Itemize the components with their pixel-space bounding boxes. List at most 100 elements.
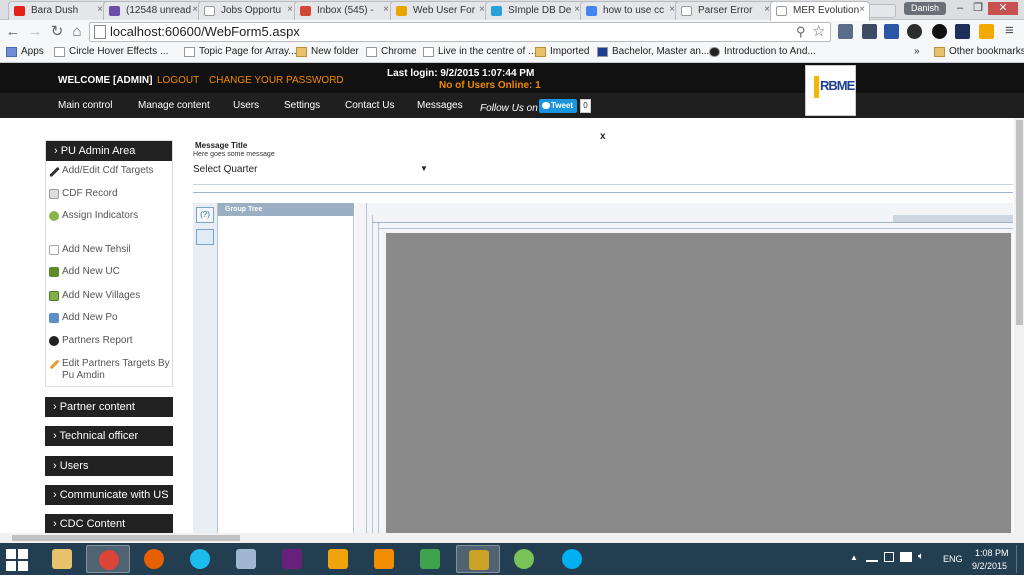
menu-messages[interactable]: Messages: [417, 100, 463, 111]
admin-area-header[interactable]: › PU Admin Area: [46, 141, 172, 161]
chevron-down-icon[interactable]: ▼: [420, 164, 428, 173]
address-bar[interactable]: localhost:60600/WebForm5.aspx: [89, 22, 831, 42]
menu-main-control[interactable]: Main control: [58, 100, 112, 111]
bookmark-folder[interactable]: New folder: [296, 46, 359, 57]
taskbar-visual-studio[interactable]: [270, 545, 314, 573]
sidebar-item-partners-report[interactable]: Partners Report: [48, 335, 170, 347]
maximize-icon[interactable]: ❐: [970, 2, 986, 15]
bookmark-item[interactable]: Topic Page for Array...: [184, 46, 297, 57]
follow-us-text: Follow Us on: [480, 103, 538, 114]
horizontal-scroll-thumb[interactable]: [12, 535, 240, 541]
signal-icon[interactable]: [866, 552, 878, 562]
bookmark-overflow[interactable]: »: [900, 46, 920, 57]
browser-tab[interactable]: SImple DB De ×: [485, 1, 585, 20]
minimize-icon[interactable]: –: [952, 2, 968, 15]
bookmark-star-icon[interactable]: ☆: [812, 22, 825, 40]
close-window-icon[interactable]: ✕: [988, 2, 1018, 15]
action-center-icon[interactable]: [884, 552, 894, 562]
battery-icon[interactable]: [900, 552, 912, 562]
eyedropper-icon[interactable]: [838, 24, 853, 39]
browser-tab[interactable]: how to use cc ×: [580, 1, 680, 20]
sidebar-item-add-uc[interactable]: Add New UC: [48, 266, 170, 278]
n-extension-icon[interactable]: [955, 24, 970, 39]
menu-settings[interactable]: Settings: [284, 100, 320, 111]
section-partner-content[interactable]: › Partner content: [45, 397, 173, 417]
profile-badge[interactable]: Danish: [904, 2, 946, 15]
vertical-scroll-thumb[interactable]: [1016, 120, 1023, 325]
dropper-icon[interactable]: [862, 24, 877, 39]
taskbar-tools[interactable]: [456, 545, 500, 573]
taskbar-android-studio[interactable]: [502, 545, 546, 573]
circle-extension-icon[interactable]: [907, 24, 922, 39]
menu-manage-content[interactable]: Manage content: [138, 100, 210, 111]
quarter-select[interactable]: [258, 162, 428, 177]
taskbar-app[interactable]: [408, 545, 452, 573]
bookmark-folder[interactable]: Imported: [535, 46, 589, 57]
browser-tab[interactable]: (12548 unread ×: [103, 1, 203, 20]
sun-extension-icon[interactable]: [979, 24, 994, 39]
sidebar-item-cdf-targets[interactable]: Add/Edit Cdf Targets: [48, 165, 170, 178]
taskbar-ie[interactable]: [178, 545, 222, 573]
logout-link[interactable]: LOGOUT: [157, 75, 199, 86]
bookmark-item[interactable]: Introduction to And...: [709, 46, 816, 57]
menu-contact-us[interactable]: Contact Us: [345, 100, 394, 111]
sidebar-item-add-po[interactable]: Add New Po: [48, 312, 170, 324]
sidebar-item-assign-indicators[interactable]: Assign Indicators: [48, 210, 170, 222]
taskbar-vlc[interactable]: [362, 545, 406, 573]
browser-tab-active[interactable]: MER Evolution ×: [770, 1, 870, 21]
page-info-icon[interactable]: [94, 25, 106, 39]
help-icon[interactable]: (?): [196, 207, 214, 223]
browser-tab[interactable]: Bara Dush ×: [8, 1, 108, 20]
sidebar-item-edit-partners-targets[interactable]: Edit Partners Targets By Pu Amdin: [48, 358, 170, 382]
browser-tab[interactable]: Web User For ×: [390, 1, 490, 20]
windows-start-icon[interactable]: [6, 549, 28, 571]
volume-icon[interactable]: 🔈︎: [918, 551, 924, 562]
section-communicate[interactable]: › Communicate with US: [45, 485, 173, 505]
sidebar-item-cdf-record[interactable]: CDF Record: [48, 188, 170, 200]
close-tab-icon[interactable]: ×: [383, 4, 389, 15]
clock-date[interactable]: 9/2/2015: [972, 561, 1007, 571]
home-icon[interactable]: ⌂: [68, 23, 86, 41]
browser-tab[interactable]: Parser Error ×: [675, 1, 775, 20]
language-indicator[interactable]: ENG: [943, 554, 963, 564]
bookmark-item[interactable]: Live in the centre of ...: [423, 46, 536, 57]
taskbar-outlook[interactable]: [316, 545, 360, 573]
taskbar-notes[interactable]: [224, 545, 268, 573]
tweet-count: 0: [580, 99, 591, 113]
taskbar-firefox[interactable]: [132, 545, 176, 573]
print-icon[interactable]: [884, 24, 899, 39]
divider: [372, 215, 373, 533]
browser-tab[interactable]: Jobs Opportu ×: [198, 1, 298, 20]
gmail-icon: [300, 6, 311, 16]
menu-icon[interactable]: ≡: [1005, 22, 1014, 39]
bookmark-item[interactable]: Bachelor, Master an...: [597, 46, 709, 57]
section-users[interactable]: › Users: [45, 456, 173, 476]
group-tree-toggle-icon[interactable]: [196, 229, 214, 245]
bookmark-apps[interactable]: Apps: [6, 46, 44, 57]
browser-tab[interactable]: Inbox (545) - ×: [294, 1, 394, 20]
bookmark-item[interactable]: Circle Hover Effects ...: [54, 46, 168, 57]
show-desktop-button[interactable]: [1016, 545, 1022, 573]
tray-expand-icon[interactable]: ▲: [850, 553, 858, 562]
section-cdc-content[interactable]: › CDC Content: [45, 514, 173, 534]
sidebar-item-add-villages[interactable]: Add New Villages: [48, 290, 170, 302]
other-bookmarks[interactable]: Other bookmarks: [934, 46, 1024, 57]
bookmark-item[interactable]: Chrome: [366, 46, 417, 57]
taskbar-chrome[interactable]: [86, 545, 130, 573]
close-message-icon[interactable]: x: [600, 131, 606, 142]
reload-icon[interactable]: ↻: [48, 23, 66, 41]
change-password-link[interactable]: CHANGE YOUR PASSWORD: [209, 75, 344, 86]
new-tab-button[interactable]: [868, 4, 896, 18]
back-icon[interactable]: ←: [4, 23, 22, 41]
section-technical-officer[interactable]: › Technical officer: [45, 426, 173, 446]
taskbar-explorer[interactable]: [40, 545, 84, 573]
close-tab-icon[interactable]: ×: [859, 4, 865, 15]
forward-icon[interactable]: →: [26, 23, 44, 41]
clock-time[interactable]: 1:08 PM: [975, 548, 1009, 558]
record-icon[interactable]: [932, 24, 947, 39]
menu-users[interactable]: Users: [233, 100, 259, 111]
sidebar-item-add-tehsil[interactable]: Add New Tehsil: [48, 244, 170, 256]
taskbar-skype[interactable]: [550, 545, 594, 573]
close-tab-icon[interactable]: ×: [287, 4, 293, 15]
search-icon[interactable]: ⚲: [796, 24, 806, 40]
